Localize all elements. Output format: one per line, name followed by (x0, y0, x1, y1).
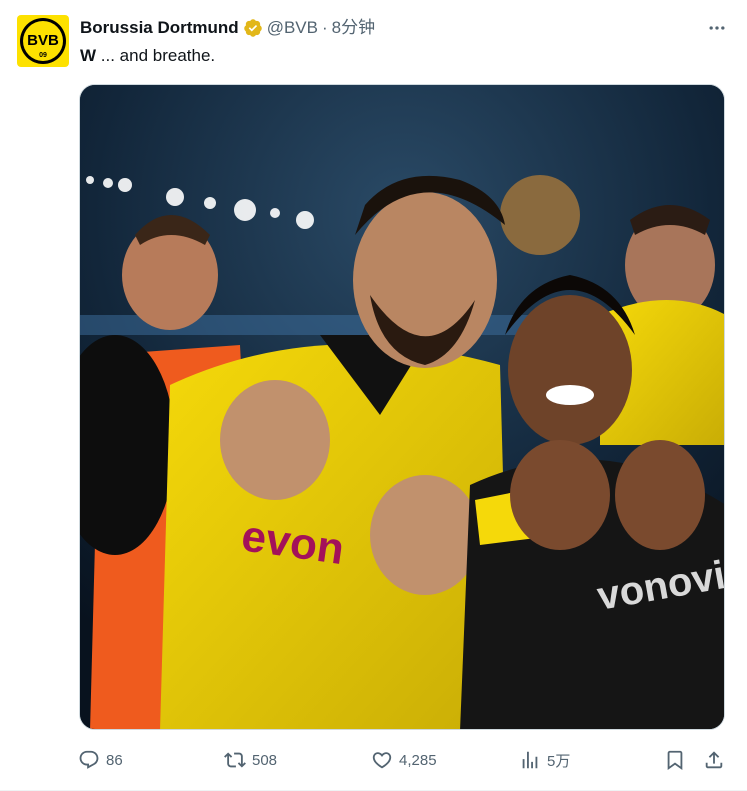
svg-text:09: 09 (39, 52, 47, 59)
bookmark-icon (667, 750, 683, 771)
tweet-text-rest: ... and breathe. (96, 46, 216, 65)
bookmark-button[interactable] (664, 745, 692, 775)
svg-text:BVB: BVB (27, 32, 59, 49)
bvb-logo-icon: BVB 09 (20, 18, 66, 64)
share-upload-icon (705, 751, 723, 769)
tweet-card[interactable]: BVB 09 Borussia Dortmund @BVB · 8分钟 W ..… (0, 0, 747, 791)
players-celebration-image: evon vonovia (80, 85, 724, 729)
tweet-text: W ... and breathe. (80, 45, 215, 67)
avatar[interactable]: BVB 09 (17, 15, 69, 67)
views-count: 5万 (547, 752, 571, 770)
verified-badge-icon[interactable] (243, 18, 263, 38)
reply-button[interactable]: 86 (78, 745, 123, 775)
tweet-action-bar: 86 508 4,285 5万 (78, 745, 726, 775)
views-button[interactable]: 5万 (519, 745, 570, 775)
more-options-button[interactable] (705, 16, 729, 40)
reply-count: 86 (106, 751, 123, 769)
like-button[interactable]: 4,285 (371, 745, 437, 775)
more-dots-icon (709, 26, 725, 30)
heart-icon (372, 752, 392, 769)
tweet-text-bold: W (80, 46, 97, 65)
tweet-photo[interactable]: evon vonovia (79, 84, 725, 730)
reply-icon (79, 750, 99, 769)
retweet-count: 508 (252, 751, 278, 769)
retweet-button[interactable]: 508 (224, 745, 277, 775)
tweet-header: Borussia Dortmund @BVB · 8分钟 (80, 17, 375, 39)
author-handle[interactable]: @BVB (267, 17, 318, 39)
share-button[interactable] (703, 745, 731, 775)
separator-dot: · (321, 18, 328, 37)
like-count: 4,285 (399, 751, 437, 769)
author-name[interactable]: Borussia Dortmund (80, 17, 239, 39)
views-bar-chart-icon (522, 751, 538, 769)
retweet-icon (224, 752, 246, 768)
timestamp[interactable]: 8分钟 (332, 17, 375, 39)
